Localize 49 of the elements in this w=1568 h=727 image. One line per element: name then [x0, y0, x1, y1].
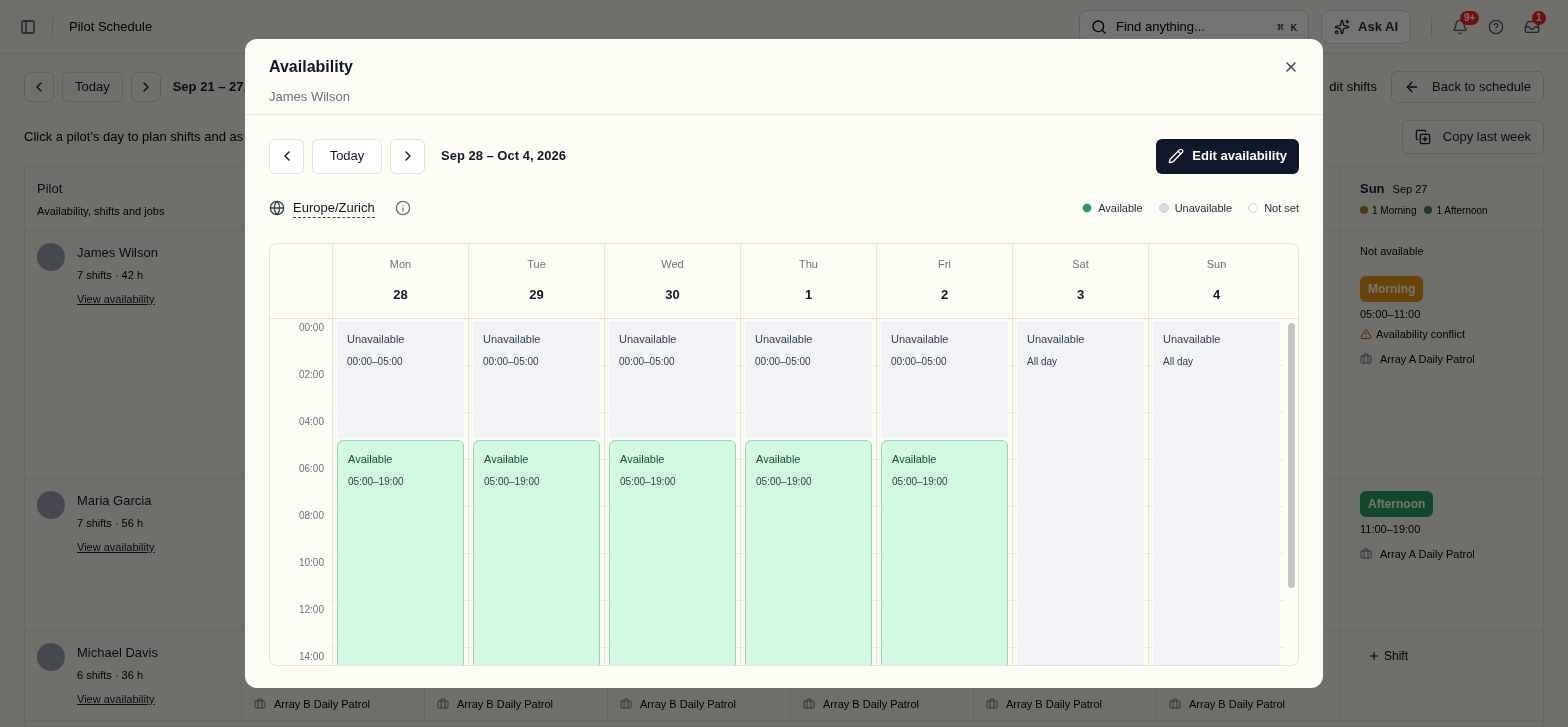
day-date: Sep 27: [1392, 182, 1428, 197]
pilot-name: Maria Garcia: [77, 492, 153, 510]
column-title: Pilot: [37, 180, 64, 198]
day-number: 1: [804, 285, 813, 304]
hint-text: Click a pilot's day to plan shifts and as: [24, 128, 244, 147]
day-name: Sun: [1360, 180, 1385, 198]
weekday-label: Thu: [799, 257, 818, 272]
notification-badge: 9+: [1460, 10, 1480, 25]
legend-label: Available: [1098, 200, 1143, 216]
weekday-label: Sun: [1206, 257, 1227, 272]
hour-label: 08:00: [298, 510, 324, 521]
day-number: 3: [1076, 285, 1085, 304]
pilot-stats: 7 shifts · 42 h: [77, 267, 145, 283]
pilot-stats: 7 shifts · 56 h: [77, 515, 145, 531]
hour-label: 04:00: [298, 416, 324, 427]
shift-time: 05:00–11:00: [1360, 306, 1422, 322]
day-number: 28: [393, 285, 408, 304]
day-number: 30: [665, 285, 680, 304]
hour-label: 10:00: [298, 557, 324, 568]
column-subtitle: Availability, shifts and jobs: [37, 203, 166, 219]
hour-label: 06:00: [298, 463, 324, 474]
day-number: 4: [1212, 285, 1221, 304]
weekday-label: Wed: [661, 257, 684, 272]
hour-label: 14:00: [298, 651, 324, 662]
weekday-label: Fri: [938, 257, 951, 272]
hour-label: 00:00: [298, 322, 324, 333]
dialog-title: Availability: [269, 57, 354, 77]
page-title: Pilot Schedule: [69, 17, 153, 36]
day-number: 29: [529, 285, 544, 304]
weekday-label: Sat: [1072, 257, 1089, 272]
legend-label: Unavailable: [1174, 200, 1233, 216]
pilot-stats: 6 shifts · 36 h: [77, 667, 145, 683]
pilot-name: Michael Davis: [77, 644, 158, 662]
shortcut-hint: ⌘ K: [1277, 20, 1297, 36]
weekday-label: Mon: [389, 257, 412, 272]
shift-count: 1 Afternoon: [1436, 203, 1488, 218]
shift-time: 11:00–19:00: [1360, 522, 1422, 537]
hour-label: 12:00: [298, 604, 324, 615]
legend-label: Not set: [1264, 200, 1299, 216]
availability-note: Not available: [1360, 244, 1425, 259]
warning-text: Availability conflict: [1376, 327, 1466, 342]
dialog-subtitle: James Wilson: [269, 88, 351, 106]
week-range: Sep 28 – Oct 4, 2026: [441, 147, 567, 166]
day-number: 2: [940, 285, 949, 304]
weekday-label: Tue: [527, 257, 546, 272]
shift-count: 1 Morning: [1372, 203, 1417, 218]
pilot-name: James Wilson: [77, 244, 158, 262]
inbox-badge: 1: [1532, 10, 1546, 25]
hour-label: 02:00: [298, 369, 324, 380]
